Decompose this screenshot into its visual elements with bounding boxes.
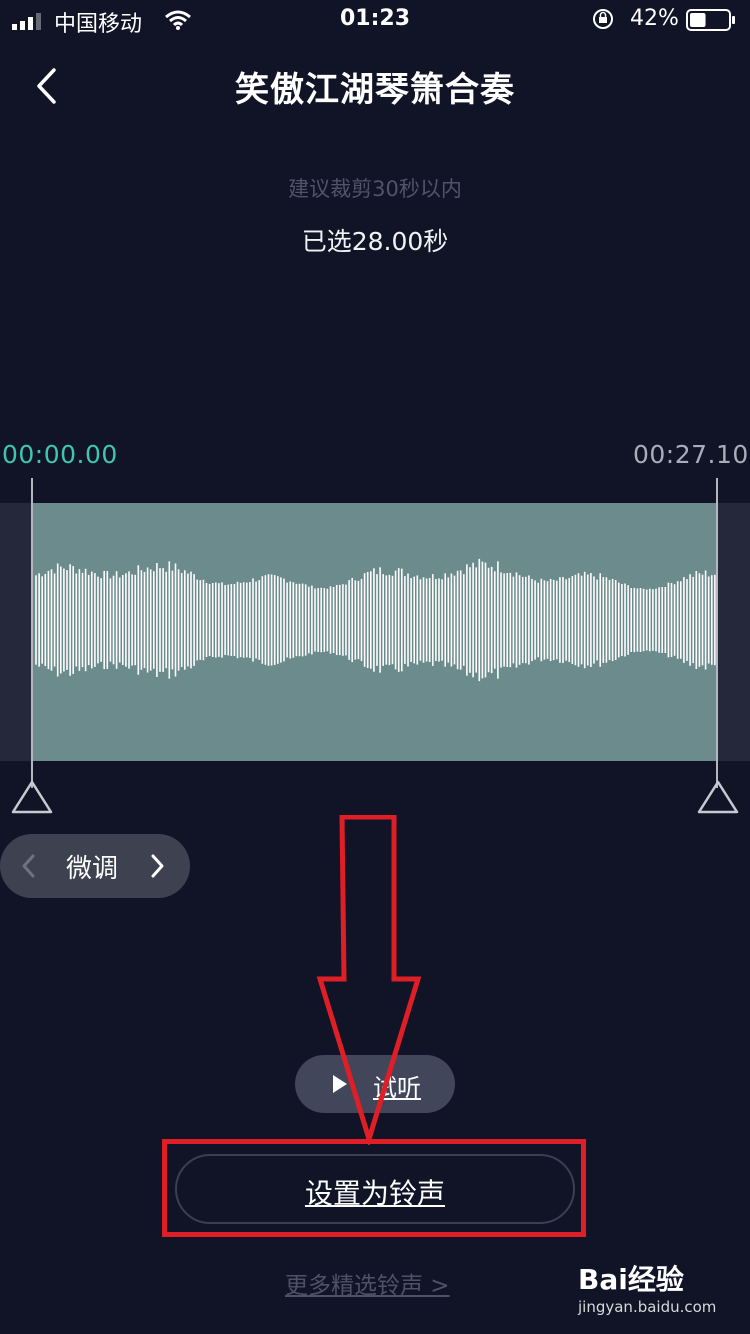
start-handle-line[interactable] — [31, 478, 33, 788]
rotation-lock-icon — [593, 9, 613, 29]
start-handle[interactable] — [10, 780, 54, 816]
end-time: 00:27.100 — [633, 440, 750, 469]
fine-tune-label: 微调 — [66, 854, 119, 884]
end-handle-line[interactable] — [716, 478, 718, 788]
watermark-url: jingyan.baidu.com — [578, 1298, 717, 1316]
page-title: 笑傲江湖琴箫合奏 — [235, 70, 515, 110]
battery-icon — [686, 9, 735, 31]
fine-tune-control: 微调 — [0, 834, 190, 898]
battery-percent: 42% — [630, 6, 679, 31]
watermark-logo: Bai经验 — [578, 1263, 684, 1296]
annotation-highlight-box — [162, 1139, 586, 1237]
end-handle[interactable] — [696, 780, 740, 816]
selected-duration: 已选28.00秒 — [301, 227, 449, 256]
chevron-right-icon[interactable] — [146, 852, 168, 880]
start-time: 00:00.00 — [2, 440, 118, 469]
baidu-jingyan-watermark: Bai经验 jingyan.baidu.com — [570, 1258, 740, 1322]
chevron-left-icon[interactable] — [18, 852, 40, 880]
annotation-arrow-icon — [316, 815, 422, 1145]
more-ringtones-link[interactable]: 更多精选铃声 > — [285, 1266, 450, 1300]
status-bar: 中国移动 01:23 42% — [0, 0, 750, 40]
trim-hint: 建议裁剪30秒以内 — [288, 177, 462, 201]
waveform — [35, 558, 716, 682]
